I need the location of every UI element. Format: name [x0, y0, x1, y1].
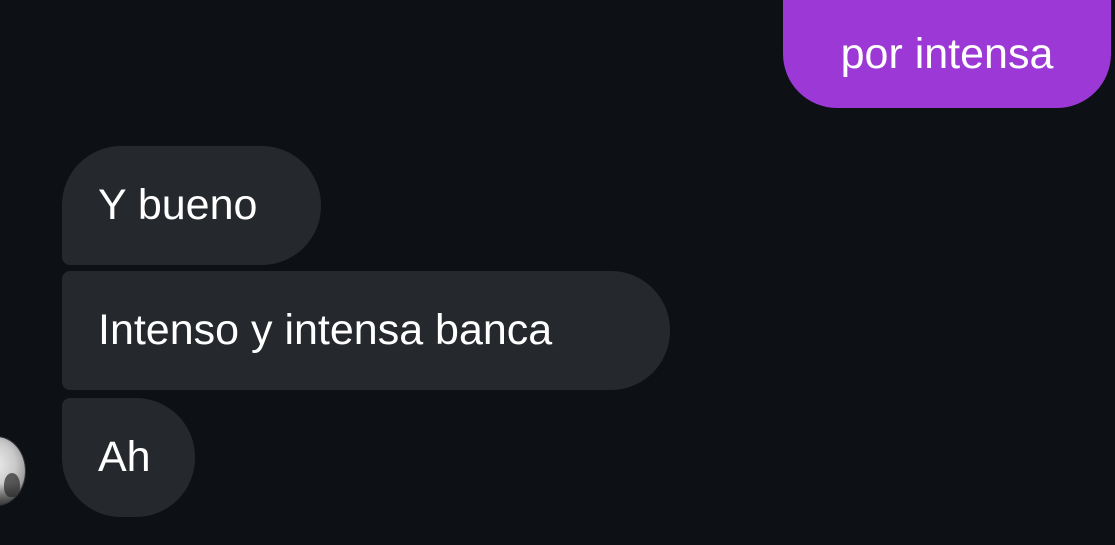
outgoing-message[interactable]: por intensa [783, 0, 1111, 108]
message-text: Y bueno [98, 181, 258, 229]
avatar-shadow [0, 483, 25, 505]
incoming-message[interactable]: Intenso y intensa banca [62, 271, 670, 390]
contact-avatar[interactable] [0, 437, 25, 505]
message-text: Ah [98, 433, 151, 481]
message-text: Intenso y intensa banca [98, 306, 553, 354]
message-text: por intensa [840, 29, 1054, 78]
incoming-message[interactable]: Ah [62, 398, 195, 517]
chat-thread: por intensa Y bueno Intenso y intensa ba… [0, 0, 1115, 545]
incoming-message[interactable]: Y bueno [62, 146, 321, 265]
